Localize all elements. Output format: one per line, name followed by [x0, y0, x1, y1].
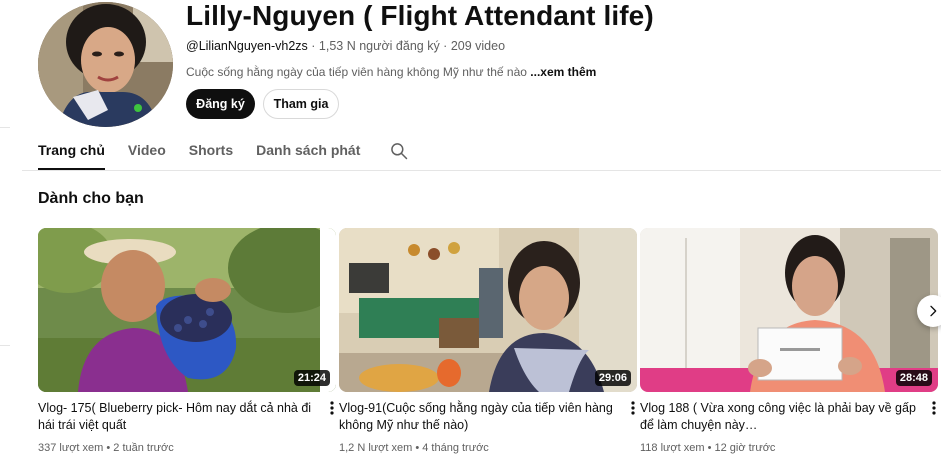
section-title: Dành cho bạn — [38, 190, 144, 207]
view-count: 337 lượt xem — [38, 442, 104, 454]
channel-avatar[interactable] — [38, 2, 173, 127]
tab-playlists[interactable]: Danh sách phát — [256, 142, 360, 158]
tab-videos[interactable]: Video — [128, 142, 166, 158]
view-count: 118 lượt xem — [640, 442, 705, 454]
tabs-divider — [22, 170, 941, 171]
video-thumbnail[interactable]: 29:06 — [339, 228, 637, 392]
show-more-link[interactable]: ...xem thêm — [530, 65, 596, 79]
video-card[interactable]: 29:06 Vlog-91(Cuộc sống hằng ngày của ti… — [339, 228, 637, 454]
kebab-menu-icon[interactable] — [928, 400, 940, 416]
video-duration: 29:06 — [594, 370, 631, 386]
video-thumbnail[interactable]: 21:24 — [38, 228, 336, 392]
tab-shorts[interactable]: Shorts — [189, 142, 233, 158]
video-title[interactable]: Vlog- 175( Blueberry pick- Hôm nay dắt c… — [38, 400, 318, 434]
meta-separator: · — [307, 39, 319, 53]
video-thumbnail[interactable]: 28:48 — [640, 228, 938, 392]
channel-tabs: Trang chủ Video Shorts Danh sách phát — [38, 142, 409, 170]
video-meta: 1,2 N lượt xem • 4 tháng trước — [339, 442, 489, 454]
upload-age: 2 tuần trước — [113, 442, 174, 454]
left-edge-divider — [0, 127, 10, 128]
thumbnail-image — [38, 228, 336, 392]
thumbnail-image — [339, 228, 637, 392]
join-button[interactable]: Tham gia — [263, 89, 339, 119]
thumbnail-image — [640, 228, 938, 392]
video-count: 209 video — [450, 39, 506, 53]
kebab-menu-icon[interactable] — [627, 400, 639, 416]
video-meta: 118 lượt xem • 12 giờ trước — [640, 442, 776, 454]
view-count: 1,2 N lượt xem — [339, 442, 413, 454]
upload-age: 12 giờ trước — [714, 442, 776, 454]
channel-meta: @LilianNguyen-vh2zs · 1,53 N người đăng … — [186, 39, 505, 53]
video-title[interactable]: Vlog 188 ( Vừa xong công việc là phải ba… — [640, 400, 920, 434]
channel-handle: @LilianNguyen-vh2zs — [186, 39, 308, 53]
video-duration: 28:48 — [895, 370, 932, 386]
tab-home[interactable]: Trang chủ — [38, 142, 105, 170]
search-icon[interactable] — [389, 141, 409, 161]
video-card[interactable]: 28:48 Vlog 188 ( Vừa xong công việc là p… — [640, 228, 938, 454]
video-duration: 21:24 — [293, 370, 330, 386]
video-meta: 337 lượt xem • 2 tuần trước — [38, 442, 174, 454]
channel-title: Lilly-Nguyen ( Flight Attendant life) — [186, 0, 654, 31]
video-card[interactable]: 21:24 Vlog- 175( Blueberry pick- Hôm nay… — [38, 228, 336, 454]
video-title[interactable]: Vlog-91(Cuộc sống hằng ngày của tiếp viê… — [339, 400, 619, 434]
upload-age: 4 tháng trước — [422, 442, 489, 454]
avatar-photo — [38, 2, 173, 127]
carousel-next-button[interactable] — [917, 295, 941, 327]
chevron-right-icon — [930, 305, 937, 317]
subscriber-count: 1,53 N người đăng ký — [318, 39, 440, 53]
kebab-menu-icon[interactable] — [326, 400, 338, 416]
subscribe-button[interactable]: Đăng ký — [186, 89, 255, 119]
meta-separator: · — [439, 39, 451, 53]
left-edge-divider — [0, 345, 10, 346]
channel-description[interactable]: Cuộc sống hằng ngày của tiếp viên hàng k… — [186, 65, 596, 79]
description-text: Cuộc sống hằng ngày của tiếp viên hàng k… — [186, 65, 527, 79]
